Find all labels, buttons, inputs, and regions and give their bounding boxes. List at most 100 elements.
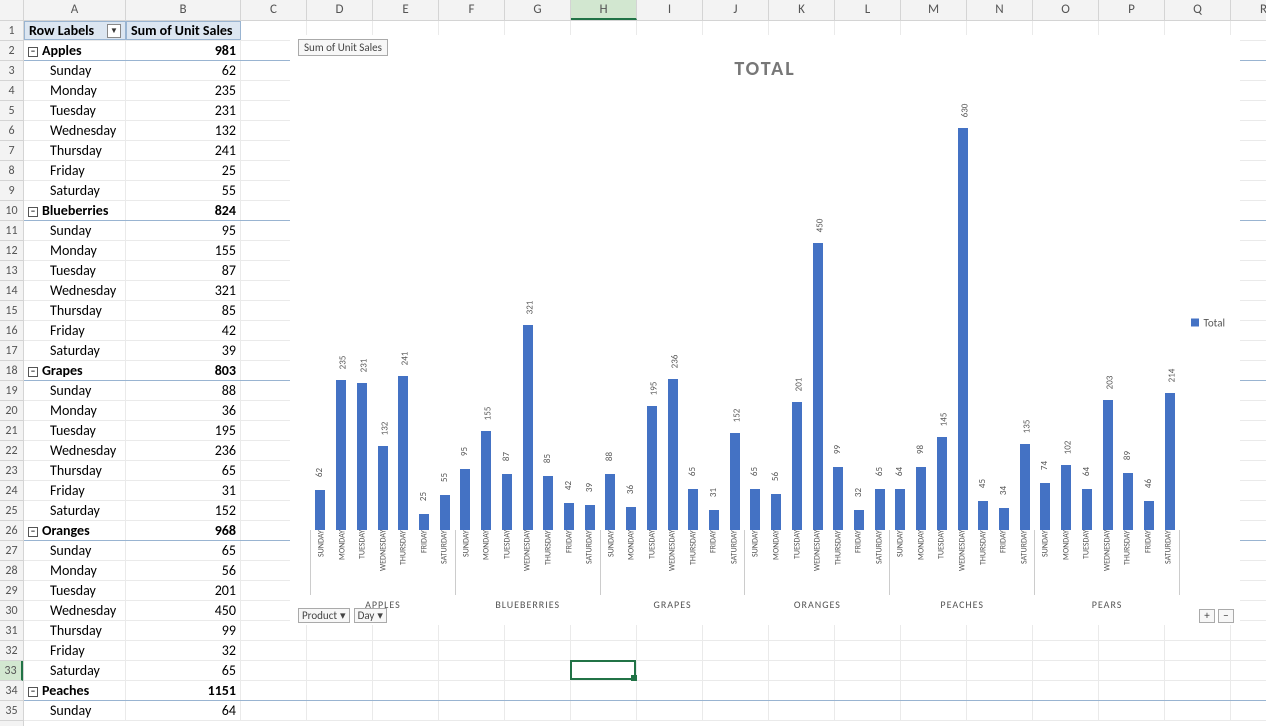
- bar-value-label: 152: [731, 409, 742, 423]
- column-header-G[interactable]: G: [505, 0, 571, 20]
- row-header-21[interactable]: 21: [0, 421, 23, 441]
- row-header-9[interactable]: 9: [0, 181, 23, 201]
- row-header-23[interactable]: 23: [0, 461, 23, 481]
- bar-slot: 45: [973, 115, 994, 530]
- bar-slot: 152: [724, 115, 745, 530]
- column-header-F[interactable]: F: [439, 0, 505, 20]
- row-header-8[interactable]: 8: [0, 161, 23, 181]
- bar-value-label: 231: [358, 358, 369, 372]
- x-tick-day: THURSDAY: [393, 530, 414, 595]
- row-header-25[interactable]: 25: [0, 501, 23, 521]
- x-tick-day: MONDAY: [766, 530, 787, 595]
- x-tick-day: TUESDAY: [497, 530, 518, 595]
- pivot-group-oranges[interactable]: −Oranges: [24, 521, 126, 540]
- bar: 34: [999, 508, 1009, 530]
- column-header-K[interactable]: K: [769, 0, 835, 20]
- zoom-out-button[interactable]: −: [1218, 609, 1234, 623]
- row-header-27[interactable]: 27: [0, 541, 23, 561]
- row-header-2[interactable]: 2: [0, 41, 23, 61]
- row-header-3[interactable]: 3: [0, 61, 23, 81]
- column-header-M[interactable]: M: [901, 0, 967, 20]
- x-tick-day: MONDAY: [332, 530, 353, 595]
- pivot-day-value: 65: [126, 461, 241, 480]
- collapse-toggle-icon[interactable]: −: [28, 207, 38, 217]
- column-header-I[interactable]: I: [637, 0, 703, 20]
- row-header-5[interactable]: 5: [0, 101, 23, 121]
- x-tick-day: SUNDAY: [601, 530, 622, 595]
- bar-slot: 85: [538, 115, 559, 530]
- row-header-16[interactable]: 16: [0, 321, 23, 341]
- row-header-11[interactable]: 11: [0, 221, 23, 241]
- row-header-34[interactable]: 34: [0, 681, 23, 701]
- column-header-O[interactable]: O: [1033, 0, 1099, 20]
- select-all-cell[interactable]: [0, 0, 24, 20]
- row-header-15[interactable]: 15: [0, 301, 23, 321]
- plot-area: 6223523113224125559515587321854239883619…: [310, 115, 1180, 530]
- row-header-28[interactable]: 28: [0, 561, 23, 581]
- bar-rail: 6223523113224125559515587321854239883619…: [310, 115, 1180, 530]
- pivot-day-label: Saturday: [24, 661, 126, 680]
- column-header-E[interactable]: E: [373, 0, 439, 20]
- pivot-chart[interactable]: Sum of Unit Sales TOTAL 6223523113224125…: [290, 35, 1240, 625]
- chart-field-badge[interactable]: Sum of Unit Sales: [298, 39, 388, 56]
- row-header-26[interactable]: 26: [0, 521, 23, 541]
- pivot-row-labels-header[interactable]: Row Labels▼: [24, 21, 126, 40]
- row-header-13[interactable]: 13: [0, 261, 23, 281]
- row-header-29[interactable]: 29: [0, 581, 23, 601]
- column-header-L[interactable]: L: [835, 0, 901, 20]
- bar-slot: 98: [911, 115, 932, 530]
- zoom-in-button[interactable]: +: [1199, 609, 1215, 623]
- row-header-31[interactable]: 31: [0, 621, 23, 641]
- column-header-A[interactable]: A: [24, 0, 126, 20]
- pivot-day-value: 39: [126, 341, 241, 360]
- row-header-35[interactable]: 35: [0, 701, 23, 721]
- collapse-toggle-icon[interactable]: −: [28, 687, 38, 697]
- collapse-toggle-icon[interactable]: −: [28, 47, 38, 57]
- row-header-7[interactable]: 7: [0, 141, 23, 161]
- row-header-20[interactable]: 20: [0, 401, 23, 421]
- row-header-17[interactable]: 17: [0, 341, 23, 361]
- row-header-10[interactable]: 10: [0, 201, 23, 221]
- pivot-group-grapes[interactable]: −Grapes: [24, 361, 126, 380]
- row-header-33[interactable]: 33: [0, 661, 23, 681]
- column-header-J[interactable]: J: [703, 0, 769, 20]
- filter-dropdown-icon[interactable]: ▼: [107, 24, 121, 38]
- collapse-toggle-icon[interactable]: −: [28, 367, 38, 377]
- row-header-22[interactable]: 22: [0, 441, 23, 461]
- bar: 31: [709, 510, 719, 530]
- row-header-12[interactable]: 12: [0, 241, 23, 261]
- column-header-N[interactable]: N: [967, 0, 1033, 20]
- column-header-P[interactable]: P: [1099, 0, 1165, 20]
- pivot-day-value: 32: [126, 641, 241, 660]
- bar-slot: 55: [434, 115, 455, 530]
- collapse-toggle-icon[interactable]: −: [28, 527, 38, 537]
- column-header-D[interactable]: D: [307, 0, 373, 20]
- bar-value-label: 42: [563, 481, 574, 490]
- bar-value-label: 99: [832, 445, 843, 454]
- column-header-H[interactable]: H: [571, 0, 637, 20]
- row-header-24[interactable]: 24: [0, 481, 23, 501]
- row-header-19[interactable]: 19: [0, 381, 23, 401]
- pivot-group-blueberries[interactable]: −Blueberries: [24, 201, 126, 220]
- bar-slot: 25: [414, 115, 435, 530]
- row-header-1[interactable]: 1: [0, 21, 23, 41]
- row-header-14[interactable]: 14: [0, 281, 23, 301]
- row-header-32[interactable]: 32: [0, 641, 23, 661]
- chart-filter-product[interactable]: Product▾: [298, 608, 350, 623]
- bar: 46: [1144, 501, 1154, 530]
- bar-value-label: 65: [749, 466, 760, 475]
- column-header-B[interactable]: B: [126, 0, 241, 20]
- chart-filter-day[interactable]: Day▾: [354, 608, 387, 623]
- bar-slot: 74: [1035, 115, 1056, 530]
- row-header-30[interactable]: 30: [0, 601, 23, 621]
- column-header-C[interactable]: C: [241, 0, 307, 20]
- pivot-group-peaches[interactable]: −Peaches: [24, 681, 126, 700]
- row-header-18[interactable]: 18: [0, 361, 23, 381]
- pivot-group-apples[interactable]: −Apples: [24, 41, 126, 60]
- pivot-day-value: 95: [126, 221, 241, 240]
- row-header-4[interactable]: 4: [0, 81, 23, 101]
- x-group-pears: SUNDAYMONDAYTUESDAYWEDNESDAYTHURSDAYFRID…: [1034, 530, 1180, 595]
- row-header-6[interactable]: 6: [0, 121, 23, 141]
- column-header-R[interactable]: R: [1231, 0, 1266, 20]
- column-header-Q[interactable]: Q: [1165, 0, 1231, 20]
